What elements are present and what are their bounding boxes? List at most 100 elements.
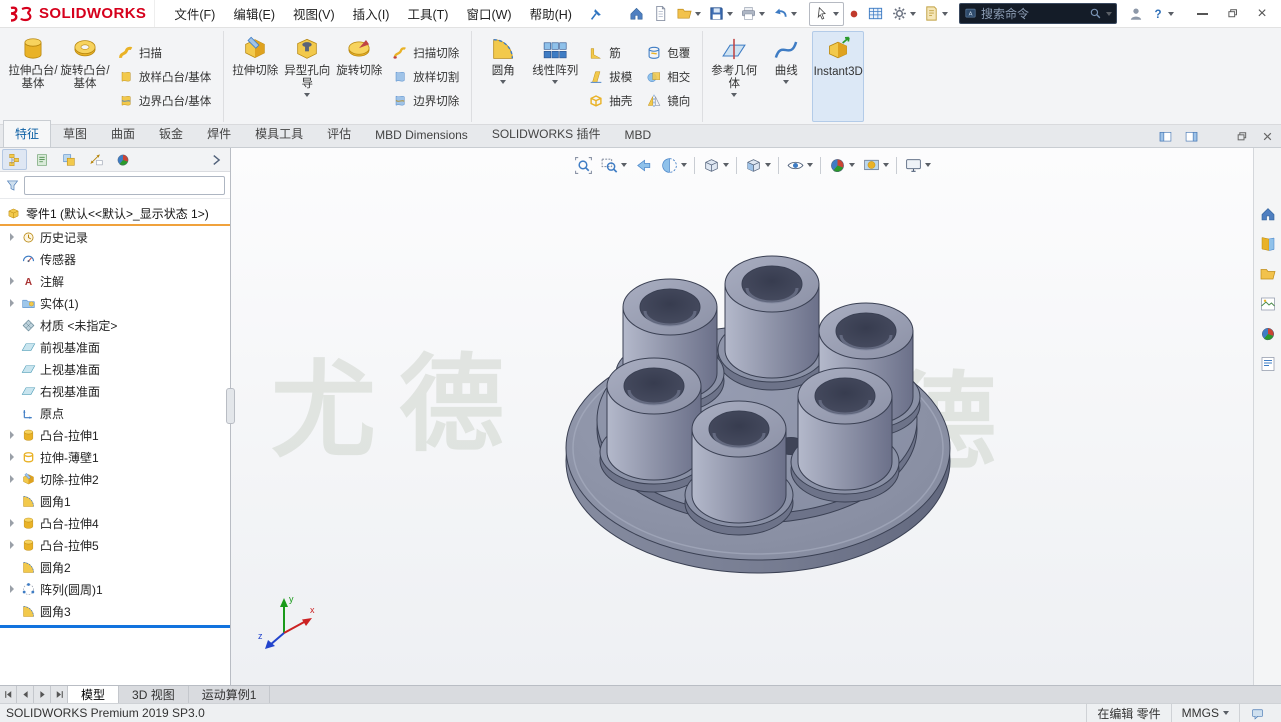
- solidworks-resources-button[interactable]: [1257, 203, 1279, 225]
- sweep-cut-button[interactable]: 扫描切除: [387, 41, 464, 64]
- fillet-button[interactable]: 圆角: [477, 31, 529, 122]
- user-account-button[interactable]: [1125, 2, 1147, 26]
- menu-tools[interactable]: 工具(T): [398, 0, 457, 28]
- pane-right-button[interactable]: [1181, 127, 1201, 145]
- save-button[interactable]: [705, 2, 736, 26]
- tab-3d-views[interactable]: 3D 视图: [119, 686, 189, 703]
- mirror-button[interactable]: 镜向: [641, 89, 695, 112]
- boundary-boss-button[interactable]: 边界凸台/基体: [113, 89, 216, 112]
- tree-item-front-plane[interactable]: 前视基准面: [0, 336, 230, 358]
- menu-file[interactable]: 文件(F): [165, 0, 224, 28]
- tree-item-fillet1[interactable]: 圆角1: [0, 490, 230, 512]
- expand-arrow[interactable]: [7, 298, 17, 308]
- zoom-to-area-button[interactable]: [597, 153, 630, 177]
- panel-expand-button[interactable]: [203, 149, 228, 170]
- edit-appearance-button[interactable]: [825, 153, 858, 177]
- file-properties-button[interactable]: [920, 2, 951, 26]
- appearances-scenes-button[interactable]: [1257, 323, 1279, 345]
- tree-item-material[interactable]: 材质 <未指定>: [0, 314, 230, 336]
- linear-pattern-button[interactable]: 线性阵列: [529, 31, 581, 122]
- tab-surfaces[interactable]: 曲面: [99, 120, 147, 147]
- tree-item-history[interactable]: 历史记录: [0, 226, 230, 248]
- shell-button[interactable]: 抽壳: [583, 89, 637, 112]
- displaymanager-tab[interactable]: [110, 149, 135, 170]
- panel-splitter-handle[interactable]: [226, 388, 235, 424]
- extrude-cut-button[interactable]: 拉伸切除: [229, 31, 281, 122]
- record-indicator-button[interactable]: [845, 2, 863, 26]
- apply-scene-button[interactable]: [859, 153, 892, 177]
- tree-item-circular-pattern1[interactable]: 阵列(圆周)1: [0, 578, 230, 600]
- undo-button[interactable]: [769, 2, 800, 26]
- expand-arrow[interactable]: [7, 452, 17, 462]
- tab-mbd[interactable]: MBD: [613, 123, 664, 147]
- tab-sheet-metal[interactable]: 钣金: [147, 120, 195, 147]
- options-button[interactable]: [888, 2, 919, 26]
- menu-window[interactable]: 窗口(W): [457, 0, 520, 28]
- previous-view-button[interactable]: [631, 153, 656, 177]
- model-canvas[interactable]: [231, 148, 1253, 685]
- pin-menu-button[interactable]: [585, 3, 607, 25]
- tree-root-item[interactable]: 零件1 (默认<<默认>_显示状态 1>): [0, 202, 230, 224]
- tab-sketch[interactable]: 草图: [51, 120, 99, 147]
- minimize-button[interactable]: [1187, 2, 1217, 26]
- command-search-box[interactable]: A: [959, 3, 1117, 24]
- rib-button[interactable]: 筋: [583, 41, 637, 64]
- close-button[interactable]: ×: [1247, 2, 1277, 26]
- sweep-boss-button[interactable]: 扫描: [113, 41, 216, 64]
- display-style-button[interactable]: [741, 153, 774, 177]
- view-settings-button[interactable]: [901, 153, 934, 177]
- featuremanager-tab[interactable]: [2, 149, 27, 170]
- menu-view[interactable]: 视图(V): [284, 0, 344, 28]
- tab-mold-tools[interactable]: 模具工具: [243, 120, 315, 147]
- view-palette-button[interactable]: [1257, 293, 1279, 315]
- units-selector[interactable]: MMGS: [1171, 704, 1239, 722]
- next-tab-button[interactable]: [34, 686, 51, 703]
- section-view-button[interactable]: [657, 153, 690, 177]
- rollback-bar[interactable]: [0, 625, 230, 628]
- menu-insert[interactable]: 插入(I): [344, 0, 399, 28]
- tree-item-annotations[interactable]: A注解: [0, 270, 230, 292]
- tree-item-right-plane[interactable]: 右视基准面: [0, 380, 230, 402]
- loft-cut-button[interactable]: 放样切割: [387, 65, 464, 88]
- menu-help[interactable]: 帮助(H): [521, 0, 581, 28]
- tree-item-top-plane[interactable]: 上视基准面: [0, 358, 230, 380]
- draft-button[interactable]: 拔模: [583, 65, 637, 88]
- tab-evaluate[interactable]: 评估: [315, 120, 363, 147]
- reference-geometry-button[interactable]: 参考几何体: [708, 31, 760, 122]
- select-tool-button[interactable]: [809, 2, 844, 26]
- extrude-boss-button[interactable]: 拉伸凸台/基体: [7, 31, 59, 122]
- boundary-cut-button[interactable]: 边界切除: [387, 89, 464, 112]
- print-button[interactable]: [737, 2, 768, 26]
- evaluate-table-button[interactable]: [864, 2, 887, 26]
- tree-item-boss-extrude1[interactable]: 凸台-拉伸1: [0, 424, 230, 446]
- tree-item-fillet3[interactable]: 圆角3: [0, 600, 230, 622]
- tree-item-fillet2[interactable]: 圆角2: [0, 556, 230, 578]
- status-tag-button[interactable]: [1239, 704, 1275, 722]
- tab-motion-study1[interactable]: 运动算例1: [189, 686, 271, 703]
- tree-item-thin-extrude1[interactable]: 拉伸-薄壁1: [0, 446, 230, 468]
- tree-filter-input[interactable]: [28, 179, 221, 191]
- previous-tab-button[interactable]: [17, 686, 34, 703]
- search-input[interactable]: [981, 7, 1085, 21]
- expand-arrow[interactable]: [7, 540, 17, 550]
- tree-filter-box[interactable]: [24, 176, 225, 195]
- zoom-to-fit-button[interactable]: [571, 153, 596, 177]
- tab-mbd-dimensions[interactable]: MBD Dimensions: [363, 123, 480, 147]
- view-orientation-button[interactable]: [699, 153, 732, 177]
- expand-arrow[interactable]: [7, 518, 17, 528]
- tab-model[interactable]: 模型: [68, 686, 119, 703]
- custom-properties-button[interactable]: [1257, 353, 1279, 375]
- tree-item-sensors[interactable]: 传感器: [0, 248, 230, 270]
- expand-arrow[interactable]: [7, 430, 17, 440]
- instant3d-button[interactable]: Instant3D: [812, 31, 864, 122]
- hole-wizard-button[interactable]: 异型孔向导: [281, 31, 333, 122]
- doc-close-button[interactable]: [1257, 127, 1277, 145]
- expand-arrow[interactable]: [7, 584, 17, 594]
- help-button[interactable]: ?: [1147, 2, 1177, 26]
- first-tab-button[interactable]: [0, 686, 17, 703]
- tab-weldments[interactable]: 焊件: [195, 120, 243, 147]
- tree-item-boss-extrude4[interactable]: 凸台-拉伸4: [0, 512, 230, 534]
- open-button[interactable]: [673, 2, 704, 26]
- propertymanager-tab[interactable]: [29, 149, 54, 170]
- last-tab-button[interactable]: [51, 686, 68, 703]
